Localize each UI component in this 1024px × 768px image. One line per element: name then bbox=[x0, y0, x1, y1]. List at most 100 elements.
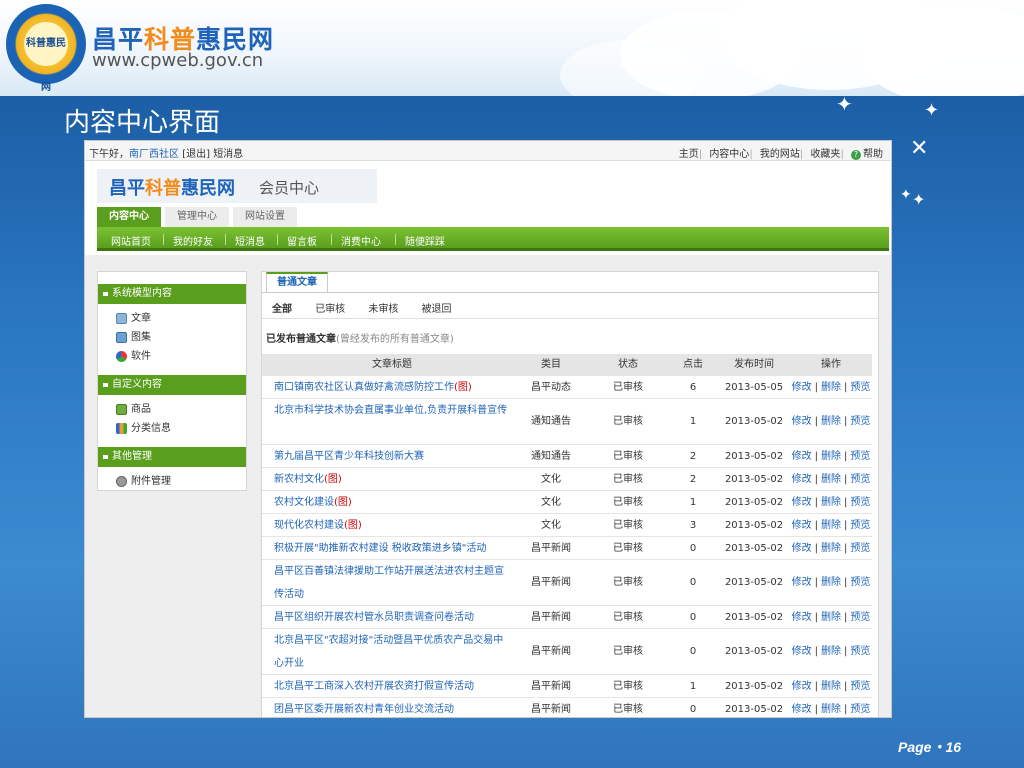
delete-link[interactable]: 删除 bbox=[821, 520, 841, 531]
delete-link[interactable]: 删除 bbox=[821, 704, 841, 715]
tab-content-center[interactable]: 内容中心 bbox=[97, 207, 161, 227]
article-date: 2013-05-02 bbox=[724, 497, 784, 508]
edit-link[interactable]: 修改 bbox=[792, 646, 812, 657]
article-status: 已审核 bbox=[613, 577, 643, 588]
preview-link[interactable]: 预览 bbox=[850, 520, 870, 531]
article-status: 已审核 bbox=[613, 612, 643, 623]
sidebar-section-custom-content[interactable]: 自定义内容 bbox=[98, 375, 246, 395]
sidebar-section-other-management[interactable]: 其他管理 bbox=[98, 447, 246, 467]
article-date: 2013-05-02 bbox=[724, 704, 784, 715]
preview-link[interactable]: 预览 bbox=[850, 612, 870, 623]
delete-link[interactable]: 删除 bbox=[821, 681, 841, 692]
delete-link[interactable]: 删除 bbox=[821, 646, 841, 657]
filter-rejected[interactable]: 被退回 bbox=[422, 304, 452, 315]
article-title-link[interactable]: 积极开展"助推新农村建设 税收政策进乡镇"活动 bbox=[274, 537, 510, 560]
article-actions: 修改 | 删除 | 预览 bbox=[791, 646, 871, 657]
edit-link[interactable]: 修改 bbox=[792, 497, 812, 508]
article-title-link[interactable]: 昌平区百善镇法律援助工作站开展送法进农村主题宣传活动 bbox=[274, 560, 510, 606]
article-title-link[interactable]: 新农村文化(图) bbox=[274, 468, 510, 491]
tab-regular-articles[interactable]: 普通文章 bbox=[266, 272, 328, 292]
nav-site-home[interactable]: 网站首页 bbox=[111, 233, 151, 248]
preview-link[interactable]: 预览 bbox=[850, 416, 870, 427]
top-link-favorites[interactable]: 收藏夹 bbox=[810, 149, 840, 160]
preview-link[interactable]: 预览 bbox=[850, 646, 870, 657]
preview-link[interactable]: 预览 bbox=[850, 704, 870, 715]
article-status: 已审核 bbox=[613, 681, 643, 692]
sparkle-icon: ✦ bbox=[836, 92, 853, 116]
article-actions: 修改 | 删除 | 预览 bbox=[791, 416, 871, 427]
sidebar-section-system-models[interactable]: 系统模型内容 bbox=[98, 284, 246, 304]
top-link-content-center[interactable]: 内容中心 bbox=[709, 149, 749, 160]
article-status: 已审核 bbox=[613, 543, 643, 554]
article-status: 已审核 bbox=[613, 382, 643, 393]
nav-random-visit[interactable]: 随便踩踩 bbox=[405, 233, 445, 248]
delete-link[interactable]: 删除 bbox=[821, 382, 841, 393]
edit-link[interactable]: 修改 bbox=[792, 543, 812, 554]
article-title-link[interactable]: 现代化农村建设(图) bbox=[274, 514, 510, 537]
sidebar-item-articles[interactable]: 文章 bbox=[116, 312, 151, 326]
filter-approved[interactable]: 已审核 bbox=[315, 304, 345, 315]
filter-all[interactable]: 全部 bbox=[272, 304, 292, 315]
delete-link[interactable]: 删除 bbox=[821, 451, 841, 462]
edit-link[interactable]: 修改 bbox=[792, 382, 812, 393]
article-title-link[interactable]: 昌平区组织开展农村管水员职责调查问卷活动 bbox=[274, 606, 510, 629]
delete-link[interactable]: 删除 bbox=[821, 543, 841, 554]
delete-link[interactable]: 删除 bbox=[821, 612, 841, 623]
sidebar-item-classifieds[interactable]: 分类信息 bbox=[116, 422, 171, 436]
sidebar-item-software[interactable]: 软件 bbox=[116, 350, 151, 364]
preview-link[interactable]: 预览 bbox=[850, 474, 870, 485]
edit-link[interactable]: 修改 bbox=[792, 704, 812, 715]
messages-link[interactable]: 短消息 bbox=[213, 149, 243, 160]
preview-link[interactable]: 预览 bbox=[850, 543, 870, 554]
article-title-link[interactable]: 团昌平区委开展新农村青年创业交流活动 bbox=[274, 698, 510, 717]
filter-pending[interactable]: 未审核 bbox=[368, 304, 398, 315]
table-row: 北京昌平工商深入农村开展农资打假宣传活动 昌平新闻 已审核 1 2013-05-02 修改… bbox=[262, 675, 872, 698]
article-title-link[interactable]: 第九届昌平区青少年科技创新大赛 bbox=[274, 445, 510, 468]
edit-link[interactable]: 修改 bbox=[792, 612, 812, 623]
tab-site-settings[interactable]: 网站设置 bbox=[233, 207, 297, 227]
sidebar-item-gallery[interactable]: 图集 bbox=[116, 331, 151, 345]
delete-link[interactable]: 删除 bbox=[821, 577, 841, 588]
article-category: 通知通告 bbox=[531, 451, 571, 462]
username-link[interactable]: 南厂西社区 bbox=[129, 149, 179, 160]
edit-link[interactable]: 修改 bbox=[792, 451, 812, 462]
logout-link[interactable]: [退出] bbox=[182, 149, 210, 160]
preview-link[interactable]: 预览 bbox=[850, 681, 870, 692]
edit-link[interactable]: 修改 bbox=[792, 520, 812, 531]
nav-consumption-center[interactable]: 消费中心 bbox=[341, 233, 381, 248]
delete-link[interactable]: 删除 bbox=[821, 416, 841, 427]
top-link-help[interactable]: 帮助 bbox=[863, 149, 883, 160]
article-title-link[interactable]: 北京市科学技术协会直属事业单位,负责开展科普宣传 bbox=[274, 399, 510, 422]
preview-link[interactable]: 预览 bbox=[850, 451, 870, 462]
sidebar-item-products[interactable]: 商品 bbox=[116, 403, 151, 417]
nav-my-friends[interactable]: 我的好友 bbox=[173, 233, 213, 248]
sidebar-item-attachments[interactable]: 附件管理 bbox=[116, 475, 171, 489]
article-title-link[interactable]: 农村文化建设(图) bbox=[274, 491, 510, 514]
article-date: 2013-05-02 bbox=[724, 543, 784, 554]
edit-link[interactable]: 修改 bbox=[792, 681, 812, 692]
edit-link[interactable]: 修改 bbox=[792, 474, 812, 485]
top-link-home[interactable]: 主页 bbox=[679, 149, 699, 160]
section-title: 已发布普通文章(曾经发布的所有普通文章) bbox=[266, 334, 454, 345]
nav-message-board[interactable]: 留言板 bbox=[287, 233, 317, 248]
article-category: 昌平新闻 bbox=[531, 681, 571, 692]
preview-link[interactable]: 预览 bbox=[850, 497, 870, 508]
article-clicks: 0 bbox=[689, 704, 697, 715]
delete-link[interactable]: 删除 bbox=[821, 474, 841, 485]
preview-link[interactable]: 预览 bbox=[850, 577, 870, 588]
delete-link[interactable]: 删除 bbox=[821, 497, 841, 508]
tab-management-center[interactable]: 管理中心 bbox=[165, 207, 229, 227]
article-actions: 修改 | 删除 | 预览 bbox=[791, 451, 871, 462]
article-category: 文化 bbox=[541, 497, 561, 508]
preview-link[interactable]: 预览 bbox=[850, 382, 870, 393]
article-date: 2013-05-02 bbox=[724, 520, 784, 531]
article-title-link[interactable]: 北京昌平工商深入农村开展农资打假宣传活动 bbox=[274, 675, 510, 698]
table-header: 文章标题 类目 状态 点击 发布时间 操作 bbox=[262, 354, 872, 376]
edit-link[interactable]: 修改 bbox=[792, 577, 812, 588]
nav-short-messages[interactable]: 短消息 bbox=[235, 233, 265, 248]
article-title-link[interactable]: 北京昌平区"农超对接"活动暨昌平优质农产品交易中心开业 bbox=[274, 629, 510, 675]
article-title-link[interactable]: 南口镇南农社区认真做好禽流感防控工作(图) bbox=[274, 376, 510, 399]
article-clicks: 3 bbox=[689, 520, 697, 531]
top-link-my-site[interactable]: 我的网站 bbox=[760, 149, 800, 160]
edit-link[interactable]: 修改 bbox=[792, 416, 812, 427]
